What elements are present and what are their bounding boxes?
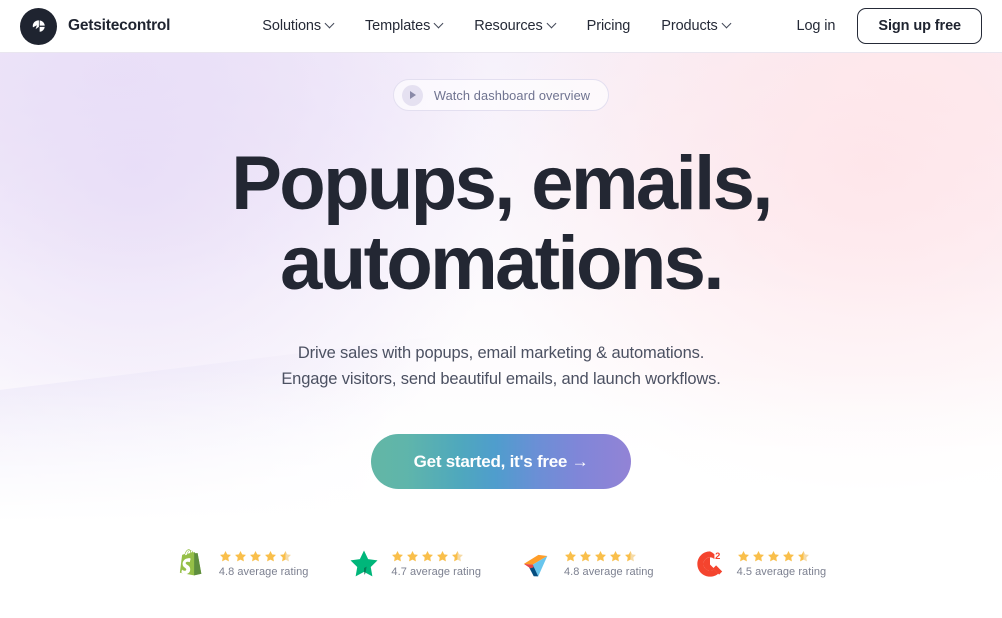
brand-name: Getsitecontrol (68, 17, 171, 34)
rating-label: 4.8 average rating (564, 566, 654, 578)
subtitle-line-2: Engage visitors, send beautiful emails, … (281, 370, 721, 388)
watch-dashboard-overview-button[interactable]: Watch dashboard overview (392, 79, 610, 111)
nav-item-label: Pricing (586, 18, 631, 34)
svg-text:2: 2 (715, 551, 720, 561)
hero-content: Watch dashboard overview Popups, emails,… (0, 53, 1002, 581)
g2-logo-icon: 2 (694, 547, 726, 581)
watch-pill-label: Watch dashboard overview (433, 87, 591, 103)
rating-meta: 4.8 average rating (219, 550, 309, 578)
rating-meta: 4.7 average rating (391, 550, 481, 578)
rating-item-capterra: 4.8 average rating (521, 547, 654, 581)
star-rating (564, 550, 654, 563)
capterra-arrow-icon (521, 547, 553, 581)
nav-item-solutions[interactable]: Solutions (262, 18, 334, 34)
rating-item-trustpilot: 4.7 average rating (348, 547, 481, 581)
nav-item-label: Templates (365, 18, 431, 34)
play-icon (401, 84, 423, 106)
hero-section: Watch dashboard overview Popups, emails,… (0, 53, 1002, 618)
nav-item-label: Products (661, 18, 718, 34)
chevron-down-icon (723, 20, 731, 28)
rating-item-g2: 2 4.5 average rating (694, 547, 827, 581)
signup-free-button[interactable]: Sign up free (857, 8, 982, 44)
nav-item-label: Resources (474, 18, 543, 34)
nav-item-templates[interactable]: Templates (365, 18, 443, 34)
cta-container: Get started, it's free → (370, 434, 632, 489)
star-rating (391, 550, 481, 563)
headline-line-2: automations. (280, 221, 724, 306)
brand-logo-link[interactable]: Getsitecontrol (20, 7, 171, 45)
page-title: Popups, emails, automations. (231, 141, 773, 306)
chevron-down-icon (326, 20, 334, 28)
rating-label: 4.5 average rating (736, 566, 827, 578)
chevron-down-icon (435, 20, 443, 28)
subtitle-line-1: Drive sales with popups, email marketing… (297, 344, 705, 362)
getsitecontrol-logo-icon (20, 7, 57, 45)
rating-label: 4.7 average rating (391, 566, 481, 578)
ratings-strip: 4.8 average rating 4.7 average rating 4.… (176, 547, 826, 581)
nav-item-label: Solutions (262, 18, 322, 34)
star-rating (737, 550, 827, 563)
rating-meta: 4.8 average rating (564, 550, 654, 578)
star-rating (219, 550, 309, 563)
login-link[interactable]: Log in (796, 18, 835, 34)
headline-line-1: Popups, emails, (231, 141, 773, 226)
shopify-bag-icon (176, 547, 208, 581)
nav-item-products[interactable]: Products (661, 18, 730, 34)
get-started-button[interactable]: Get started, it's free → (370, 434, 632, 489)
nav-links: Solutions Templates Resources Pricing Pr… (262, 18, 730, 34)
hero-subtitle: Drive sales with popups, email marketing… (281, 340, 720, 392)
top-navbar: Getsitecontrol Solutions Templates Resou… (0, 0, 1002, 53)
chevron-down-icon (548, 20, 556, 28)
nav-actions: Log in Sign up free (796, 8, 982, 44)
rating-item-shopify: 4.8 average rating (176, 547, 309, 581)
rating-meta: 4.5 average rating (737, 550, 827, 578)
rating-label: 4.8 average rating (218, 566, 309, 578)
trustpilot-star-icon (348, 547, 380, 581)
nav-item-resources[interactable]: Resources (474, 18, 555, 34)
nav-item-pricing[interactable]: Pricing (587, 18, 631, 34)
